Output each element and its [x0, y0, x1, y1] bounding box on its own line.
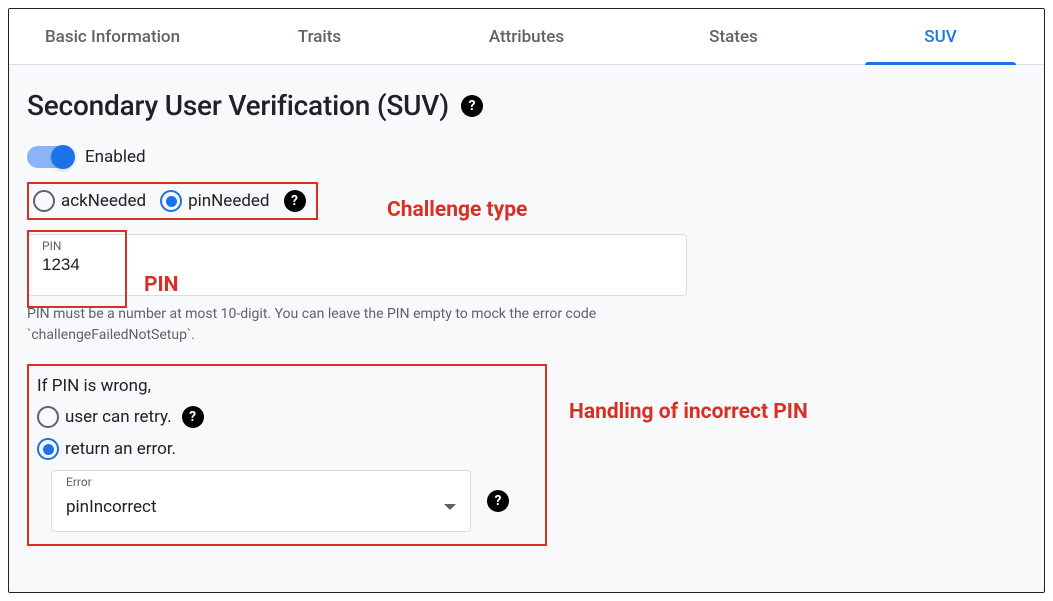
help-icon[interactable]: ?	[461, 95, 483, 117]
tab-suv[interactable]: SUV	[837, 9, 1044, 64]
pin-input[interactable]	[42, 255, 672, 275]
page-title: Secondary User Verification (SUV)	[27, 89, 449, 122]
help-icon[interactable]: ?	[182, 406, 204, 428]
annotation-challenge-type: Challenge type	[387, 198, 527, 222]
radio-user-can-retry[interactable]: user can retry.	[37, 406, 172, 428]
radio-icon	[37, 438, 59, 460]
tab-bar: Basic Information Traits Attributes Stat…	[9, 9, 1044, 65]
pin-field-label: PIN	[42, 239, 61, 253]
help-icon[interactable]: ?	[284, 190, 306, 212]
tab-states[interactable]: States	[630, 9, 837, 64]
error-select-value: pinIncorrect	[66, 497, 157, 517]
radio-icon	[33, 190, 55, 212]
help-icon[interactable]: ?	[487, 490, 509, 512]
tab-basic-information[interactable]: Basic Information	[9, 9, 216, 64]
radio-label: user can retry.	[65, 407, 172, 427]
radio-icon	[37, 406, 59, 428]
error-handling-group: If PIN is wrong, user can retry. ? retur…	[27, 364, 547, 546]
pin-hint: PIN must be a number at most 10-digit. Y…	[27, 304, 687, 346]
radio-label: pinNeeded	[188, 191, 269, 211]
annotation-pin: PIN	[144, 273, 179, 297]
error-select[interactable]: Error pinIncorrect	[51, 470, 471, 532]
radio-label: ackNeeded	[61, 191, 146, 211]
tab-traits[interactable]: Traits	[216, 9, 423, 64]
radio-icon	[160, 190, 182, 212]
error-prompt: If PIN is wrong,	[37, 376, 533, 396]
pin-field[interactable]: PIN	[27, 234, 687, 296]
radio-ack-needed[interactable]: ackNeeded	[33, 190, 146, 212]
radio-return-error[interactable]: return an error.	[37, 438, 176, 460]
chevron-down-icon	[444, 504, 456, 510]
tab-attributes[interactable]: Attributes	[423, 9, 630, 64]
annotation-incorrect-pin: Handling of incorrect PIN	[569, 399, 808, 426]
radio-label: return an error.	[65, 439, 176, 459]
enabled-label: Enabled	[85, 147, 146, 167]
radio-pin-needed[interactable]: pinNeeded	[160, 190, 269, 212]
enabled-toggle[interactable]	[27, 146, 73, 168]
toggle-knob	[51, 145, 75, 169]
challenge-type-group: ackNeeded pinNeeded ?	[27, 182, 318, 220]
error-select-label: Error	[66, 475, 92, 489]
